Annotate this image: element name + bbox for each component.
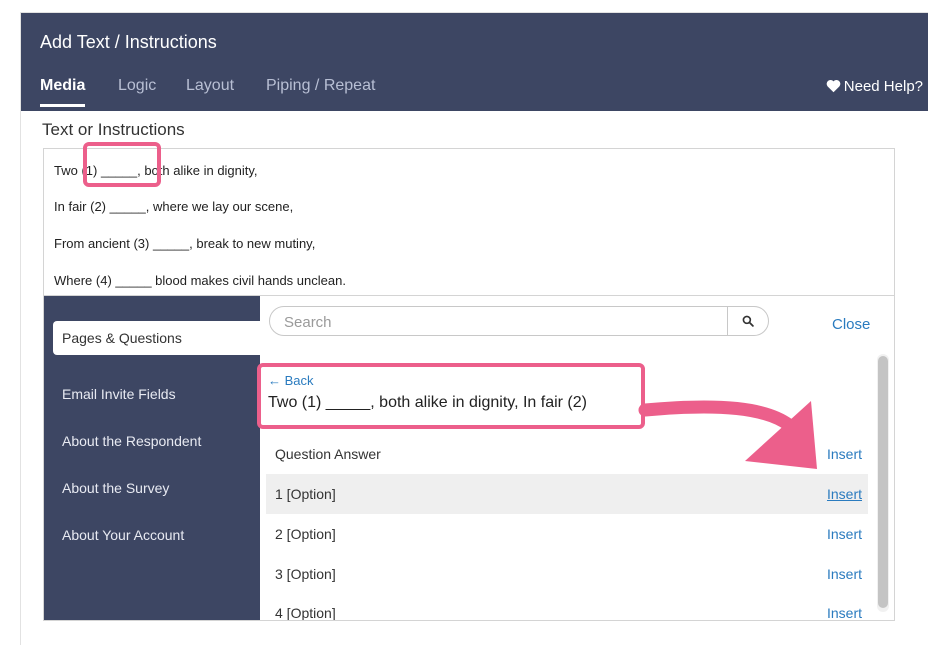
modal-frame: Add Text / Instructions Media Logic Layo… (20, 12, 928, 645)
annotation-arrow (638, 400, 817, 469)
